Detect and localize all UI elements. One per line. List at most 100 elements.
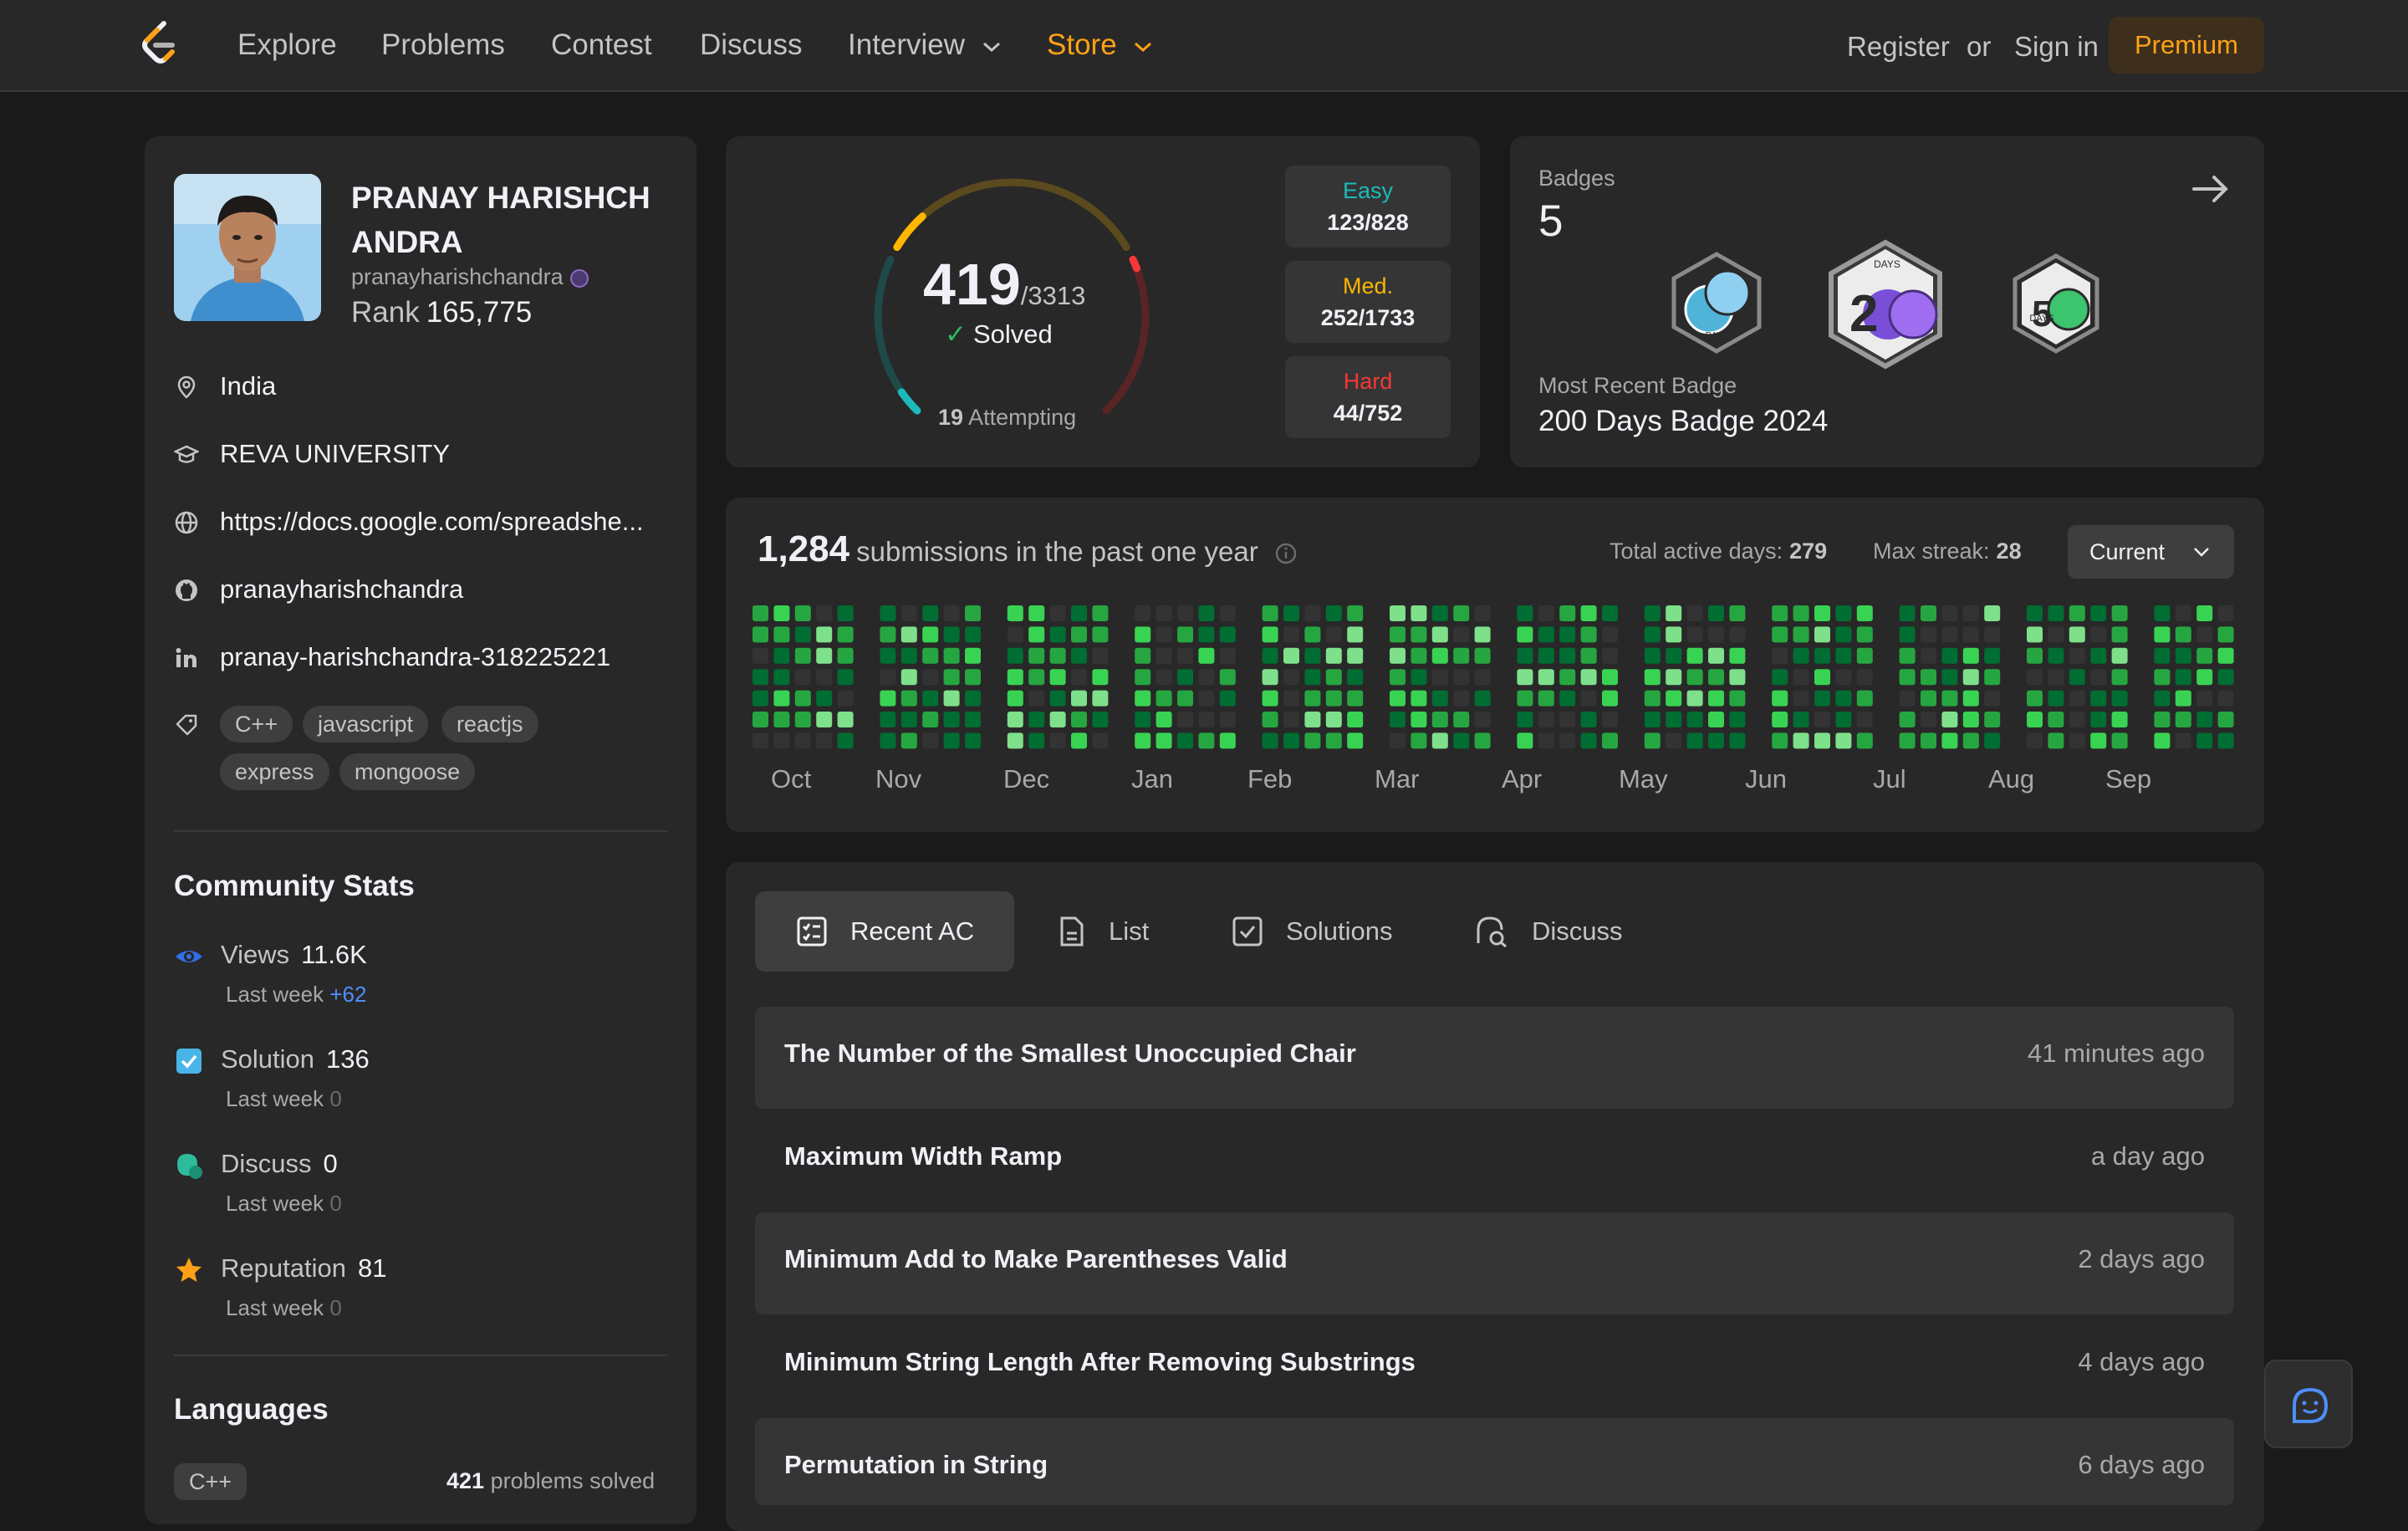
heatmap-cell[interactable] — [1219, 626, 1236, 643]
heatmap-cell[interactable] — [1283, 626, 1299, 643]
heatmap-cell[interactable] — [794, 712, 811, 727]
heatmap-cell[interactable] — [1602, 626, 1618, 643]
heatmap-cell[interactable] — [1071, 712, 1087, 727]
heatmap-cell[interactable] — [943, 605, 960, 621]
heatmap-cell[interactable] — [837, 669, 854, 686]
heatmap-cell[interactable] — [1580, 732, 1597, 749]
heatmap-cell[interactable] — [2090, 605, 2107, 621]
heatmap-cell[interactable] — [2217, 647, 2234, 664]
heatmap-cell[interactable] — [1962, 712, 1979, 727]
heatmap-cell[interactable] — [794, 605, 811, 621]
heatmap-cell[interactable] — [1007, 647, 1023, 664]
heatmap-cell[interactable] — [1962, 669, 1979, 686]
heatmap-cell[interactable] — [816, 669, 833, 686]
heatmap-cell[interactable] — [965, 669, 981, 686]
heatmap-cell[interactable] — [1602, 605, 1618, 621]
heatmap-cell[interactable] — [2196, 732, 2213, 749]
heatmap-cell[interactable] — [1071, 690, 1087, 707]
heatmap-cell[interactable] — [1007, 732, 1023, 749]
difficulty-easy[interactable]: Easy 123/828 — [1285, 166, 1451, 248]
heatmap-cell[interactable] — [1856, 626, 1873, 643]
heatmap-cell[interactable] — [1644, 626, 1661, 643]
heatmap-cell[interactable] — [1092, 690, 1109, 707]
heatmap-cell[interactable] — [943, 690, 960, 707]
heatmap-cell[interactable] — [2069, 732, 2085, 749]
heatmap-cell[interactable] — [1347, 647, 1364, 664]
heatmap-cell[interactable] — [1177, 647, 1193, 664]
heatmap-cell[interactable] — [2069, 626, 2085, 643]
heatmap-cell[interactable] — [1666, 732, 1682, 749]
tab-recent-ac[interactable]: Recent AC — [755, 891, 1014, 972]
nav-explore[interactable]: Explore — [237, 27, 337, 64]
heatmap-cell[interactable] — [1517, 712, 1533, 727]
heatmap-cell[interactable] — [1347, 732, 1364, 749]
heatmap-cell[interactable] — [752, 712, 768, 727]
heatmap-cell[interactable] — [2175, 690, 2191, 707]
heatmap-cell[interactable] — [1941, 732, 1958, 749]
heatmap-cell[interactable] — [1772, 690, 1788, 707]
heatmap-cell[interactable] — [922, 712, 939, 727]
heatmap-cell[interactable] — [1304, 626, 1321, 643]
heatmap-cell[interactable] — [1921, 605, 1936, 621]
heatmap-cell[interactable] — [1793, 712, 1809, 727]
heatmap-cell[interactable] — [1156, 712, 1172, 727]
heatmap-cell[interactable] — [1071, 669, 1087, 686]
list-item[interactable]: Minimum String Length After Removing Sub… — [755, 1315, 2234, 1417]
heatmap-cell[interactable] — [922, 669, 939, 686]
heatmap-cell[interactable] — [1411, 647, 1427, 664]
heatmap-cell[interactable] — [965, 605, 981, 621]
heatmap-cell[interactable] — [2175, 669, 2191, 686]
heatmap-cell[interactable] — [1262, 690, 1278, 707]
heatmap-cell[interactable] — [2027, 669, 2043, 686]
heatmap-cell[interactable] — [1921, 647, 1936, 664]
heatmap-cell[interactable] — [1793, 732, 1809, 749]
heatmap-cell[interactable] — [1814, 605, 1830, 621]
heatmap-cell[interactable] — [1580, 669, 1597, 686]
heatmap-cell[interactable] — [1325, 605, 1342, 621]
heatmap-cell[interactable] — [1198, 605, 1215, 621]
heatmap-cell[interactable] — [1517, 732, 1533, 749]
heatmap-cell[interactable] — [837, 626, 854, 643]
heatmap-cell[interactable] — [1411, 605, 1427, 621]
github-link[interactable]: pranayharishchandra — [220, 571, 463, 608]
heatmap-cell[interactable] — [1729, 647, 1746, 664]
heatmap-cell[interactable] — [816, 647, 833, 664]
heatmap-cell[interactable] — [1198, 647, 1215, 664]
heatmap-cell[interactable] — [1028, 712, 1045, 727]
heatmap-cell[interactable] — [1856, 647, 1873, 664]
heatmap-cell[interactable] — [1092, 605, 1109, 621]
heatmap-cell[interactable] — [1411, 690, 1427, 707]
heatmap-cell[interactable] — [1708, 605, 1724, 621]
heatmap-cell[interactable] — [2048, 605, 2064, 621]
heatmap-cell[interactable] — [880, 605, 896, 621]
heatmap-cell[interactable] — [752, 647, 768, 664]
heatmap-cell[interactable] — [2154, 732, 2171, 749]
heatmap-cell[interactable] — [837, 732, 854, 749]
heatmap-cell[interactable] — [1666, 690, 1682, 707]
heatmap-cell[interactable] — [2069, 712, 2085, 727]
heatmap-cell[interactable] — [2048, 626, 2064, 643]
list-item[interactable]: The Number of the Smallest Unoccupied Ch… — [755, 1007, 2234, 1109]
heatmap-cell[interactable] — [900, 605, 917, 621]
heatmap-cell[interactable] — [1453, 732, 1470, 749]
heatmap-cell[interactable] — [1049, 605, 1066, 621]
heatmap-cell[interactable] — [965, 712, 981, 727]
heatmap-cell[interactable] — [1941, 626, 1958, 643]
heatmap-cell[interactable] — [1686, 626, 1703, 643]
heatmap-cell[interactable] — [1729, 626, 1746, 643]
heatmap-cell[interactable] — [1517, 605, 1533, 621]
heatmap-cell[interactable] — [1921, 690, 1936, 707]
difficulty-hard[interactable]: Hard 44/752 — [1285, 356, 1451, 438]
heatmap-cell[interactable] — [1411, 626, 1427, 643]
heatmap-cell[interactable] — [837, 605, 854, 621]
heatmap-cell[interactable] — [1602, 732, 1618, 749]
heatmap-cell[interactable] — [1474, 732, 1491, 749]
heatmap-cell[interactable] — [1729, 690, 1746, 707]
heatmap-cell[interactable] — [1644, 712, 1661, 727]
heatmap-cell[interactable] — [1644, 732, 1661, 749]
heatmap-cell[interactable] — [1538, 626, 1554, 643]
heatmap-cell[interactable] — [1219, 605, 1236, 621]
heatmap-cell[interactable] — [2027, 605, 2043, 621]
heatmap-cell[interactable] — [1644, 690, 1661, 707]
heatmap-cell[interactable] — [900, 712, 917, 727]
